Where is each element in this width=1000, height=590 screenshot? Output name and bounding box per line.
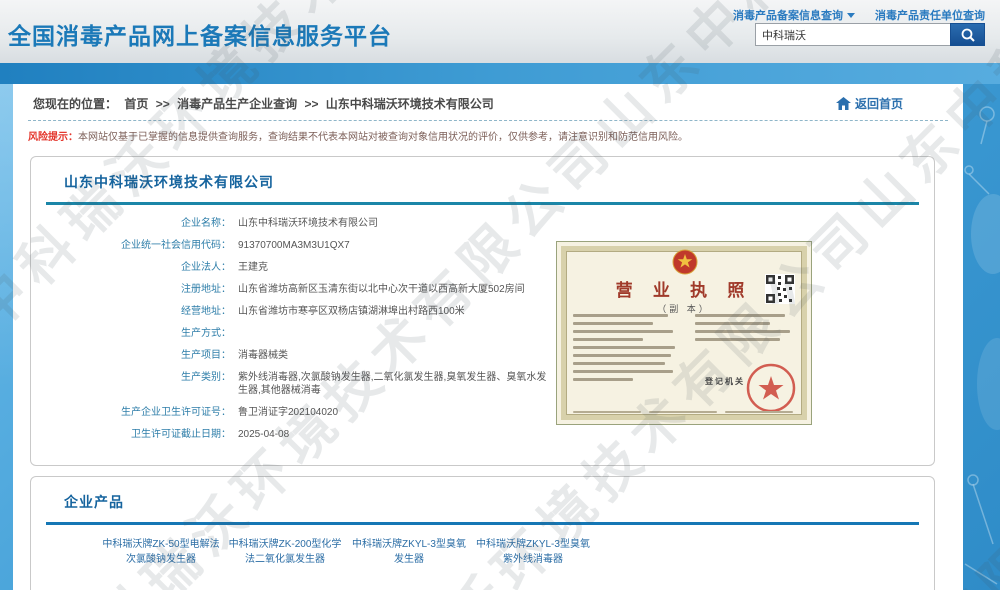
field-label: 注册地址： — [31, 283, 231, 296]
field-label: 生产项目： — [31, 349, 231, 362]
risk-notice: 风险提示：本网站仅基于已掌握的信息提供查询服务，查询结果不代表本网站对被查询对象… — [13, 121, 963, 144]
product-link[interactable]: 中科瑞沃牌ZK-200型化学法二氧化氯发生器 — [225, 537, 345, 567]
search-button[interactable] — [950, 23, 985, 46]
risk-label: 风险提示： — [28, 132, 78, 143]
field-label: 生产类别： — [31, 371, 231, 397]
field-value: 山东中科瑞沃环境技术有限公司 — [238, 217, 378, 230]
product-link[interactable]: 中科瑞沃牌ZK-50型电解法次氯酸钠发生器 — [101, 537, 221, 567]
field-label: 经营地址： — [31, 305, 231, 318]
search-input[interactable] — [755, 23, 950, 46]
field-value: 王建克 — [238, 261, 268, 274]
header: 全国消毒产品网上备案信息服务平台 消毒产品备案信息查询 消毒产品责任单位查询 — [0, 0, 1000, 63]
nav-record-query-link[interactable]: 消毒产品备案信息查询 — [733, 7, 855, 23]
field-value: 山东省潍坊市寒亭区双杨店镇湖淋埠出村路西100米 — [238, 305, 465, 318]
breadcrumb-row: 您现在的位置： 首页 >> 消毒产品生产企业查询 >> 山东中科瑞沃环境技术有限… — [13, 84, 963, 117]
field-value: 山东省潍坊高新区玉清东街以北中心次干道以西高新大厦502房间 — [238, 283, 525, 296]
breadcrumb-separator: >> — [304, 97, 318, 111]
nav-unit-query-link[interactable]: 消毒产品责任单位查询 — [875, 7, 985, 23]
field-label: 企业名称： — [31, 217, 231, 230]
license-text-placeholder — [573, 314, 678, 386]
national-emblem-icon — [672, 249, 698, 275]
field-value: 2025-04-08 — [238, 428, 289, 441]
red-seal — [745, 362, 797, 414]
main-panel: 您现在的位置： 首页 >> 消毒产品生产企业查询 >> 山东中科瑞沃环境技术有限… — [13, 84, 963, 590]
breadcrumb-current: 山东中科瑞沃环境技术有限公司 — [326, 97, 494, 111]
products-row: 中科瑞沃牌ZK-50型电解法次氯酸钠发生器 中科瑞沃牌ZK-200型化学法二氧化… — [101, 537, 934, 567]
product-link[interactable]: 中科瑞沃牌ZKYL-3型臭氧紫外线消毒器 — [473, 537, 593, 567]
top-nav: 消毒产品备案信息查询 消毒产品责任单位查询 — [733, 7, 985, 23]
company-info-card: 山东中科瑞沃环境技术有限公司 企业名称： 山东中科瑞沃环境技术有限公司 企业统一… — [30, 156, 935, 466]
site-title: 全国消毒产品网上备案信息服务平台 — [8, 17, 392, 51]
breadcrumb: 您现在的位置： 首页 >> 消毒产品生产企业查询 >> 山东中科瑞沃环境技术有限… — [33, 95, 498, 112]
home-icon — [836, 97, 851, 110]
field-label: 生产企业卫生许可证号： — [31, 406, 231, 419]
breadcrumb-separator: >> — [156, 97, 170, 111]
search-bar — [755, 23, 985, 46]
business-license-image[interactable]: 营 业 执 照 （副 本） — [556, 241, 812, 425]
field-value: 紫外线消毒器,次氯酸钠发生器,二氧化氯发生器,臭氧发生器、臭氧水发生器,其他器械… — [238, 371, 550, 397]
breadcrumb-home-link[interactable]: 首页 — [124, 97, 148, 111]
page: 全国消毒产品网上备案信息服务平台 消毒产品备案信息查询 消毒产品责任单位查询 — [0, 0, 1000, 590]
field-row: 企业名称： 山东中科瑞沃环境技术有限公司 — [31, 217, 934, 230]
products-card: 企业产品 中科瑞沃牌ZK-50型电解法次氯酸钠发生器 中科瑞沃牌ZK-200型化… — [30, 476, 935, 590]
company-title: 山东中科瑞沃环境技术有限公司 — [31, 157, 934, 192]
back-home-label: 返回首页 — [855, 95, 903, 112]
breadcrumb-prefix: 您现在的位置： — [33, 97, 117, 111]
field-row: 卫生许可证截止日期： 2025-04-08 — [31, 428, 934, 441]
field-label: 企业统一社会信用代码： — [31, 239, 231, 252]
back-home-link[interactable]: 返回首页 — [836, 95, 903, 112]
product-link[interactable]: 中科瑞沃牌ZKYL-3型臭氧发生器 — [349, 537, 469, 567]
license-text-placeholder — [695, 314, 795, 346]
field-value: 鲁卫消证字202104020 — [238, 406, 338, 419]
header-accent-bar — [0, 63, 1000, 84]
search-icon — [960, 27, 976, 43]
nav-unit-query-label: 消毒产品责任单位查询 — [875, 7, 985, 23]
molecule-decor — [963, 84, 1000, 590]
risk-text: 本网站仅基于已掌握的信息提供查询服务，查询结果不代表本网站对被查询对象信用状况的… — [78, 132, 688, 143]
breadcrumb-section-link[interactable]: 消毒产品生产企业查询 — [177, 97, 297, 111]
left-strip-decor — [0, 84, 13, 590]
products-title: 企业产品 — [31, 477, 934, 512]
qr-code — [765, 274, 795, 304]
chevron-down-icon — [847, 13, 855, 18]
license-issuer-label: 登记机关 — [705, 376, 745, 387]
nav-record-query-label: 消毒产品备案信息查询 — [733, 7, 843, 23]
field-label: 企业法人： — [31, 261, 231, 274]
field-value: 91370700MA3M3U1QX7 — [238, 239, 350, 252]
products-rule — [46, 522, 919, 525]
field-label: 卫生许可证截止日期： — [31, 428, 231, 441]
license-text-placeholder — [573, 411, 793, 418]
field-label: 生产方式： — [31, 327, 231, 340]
field-value: 消毒器械类 — [238, 349, 288, 362]
